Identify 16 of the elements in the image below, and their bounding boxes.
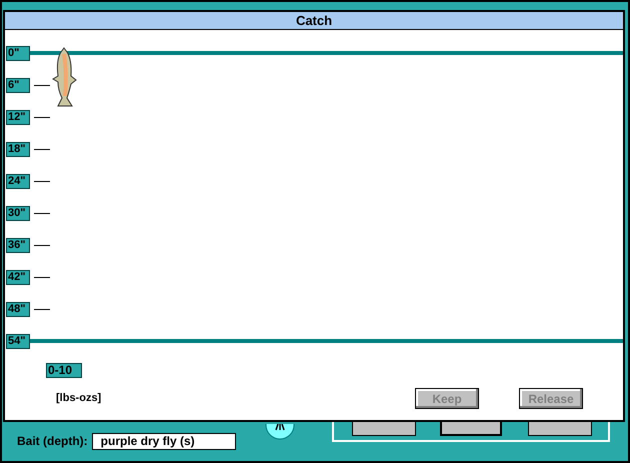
ruler-label: 12" xyxy=(6,110,30,124)
ruler-label: 48" xyxy=(6,302,30,316)
weight-scale-label: 0-10 xyxy=(46,363,82,378)
ruler-label: 6" xyxy=(6,78,30,92)
ruler-label: 18" xyxy=(6,142,30,156)
ruler-label: 24" xyxy=(6,174,30,188)
dialog-title: Catch xyxy=(5,12,623,30)
ruler-label: 36" xyxy=(6,238,30,252)
ruler-label: 0" xyxy=(6,46,30,60)
bait-field[interactable]: purple dry fly (s) xyxy=(92,432,236,450)
weight-units-label: [lbs-ozs] xyxy=(56,391,102,406)
ruler-label: 42" xyxy=(6,270,30,284)
bait-label: Bait (depth): xyxy=(17,433,88,450)
ruler-label: 54" xyxy=(6,334,30,348)
compass-icon xyxy=(265,424,295,440)
ruler-label: 30" xyxy=(6,206,30,220)
